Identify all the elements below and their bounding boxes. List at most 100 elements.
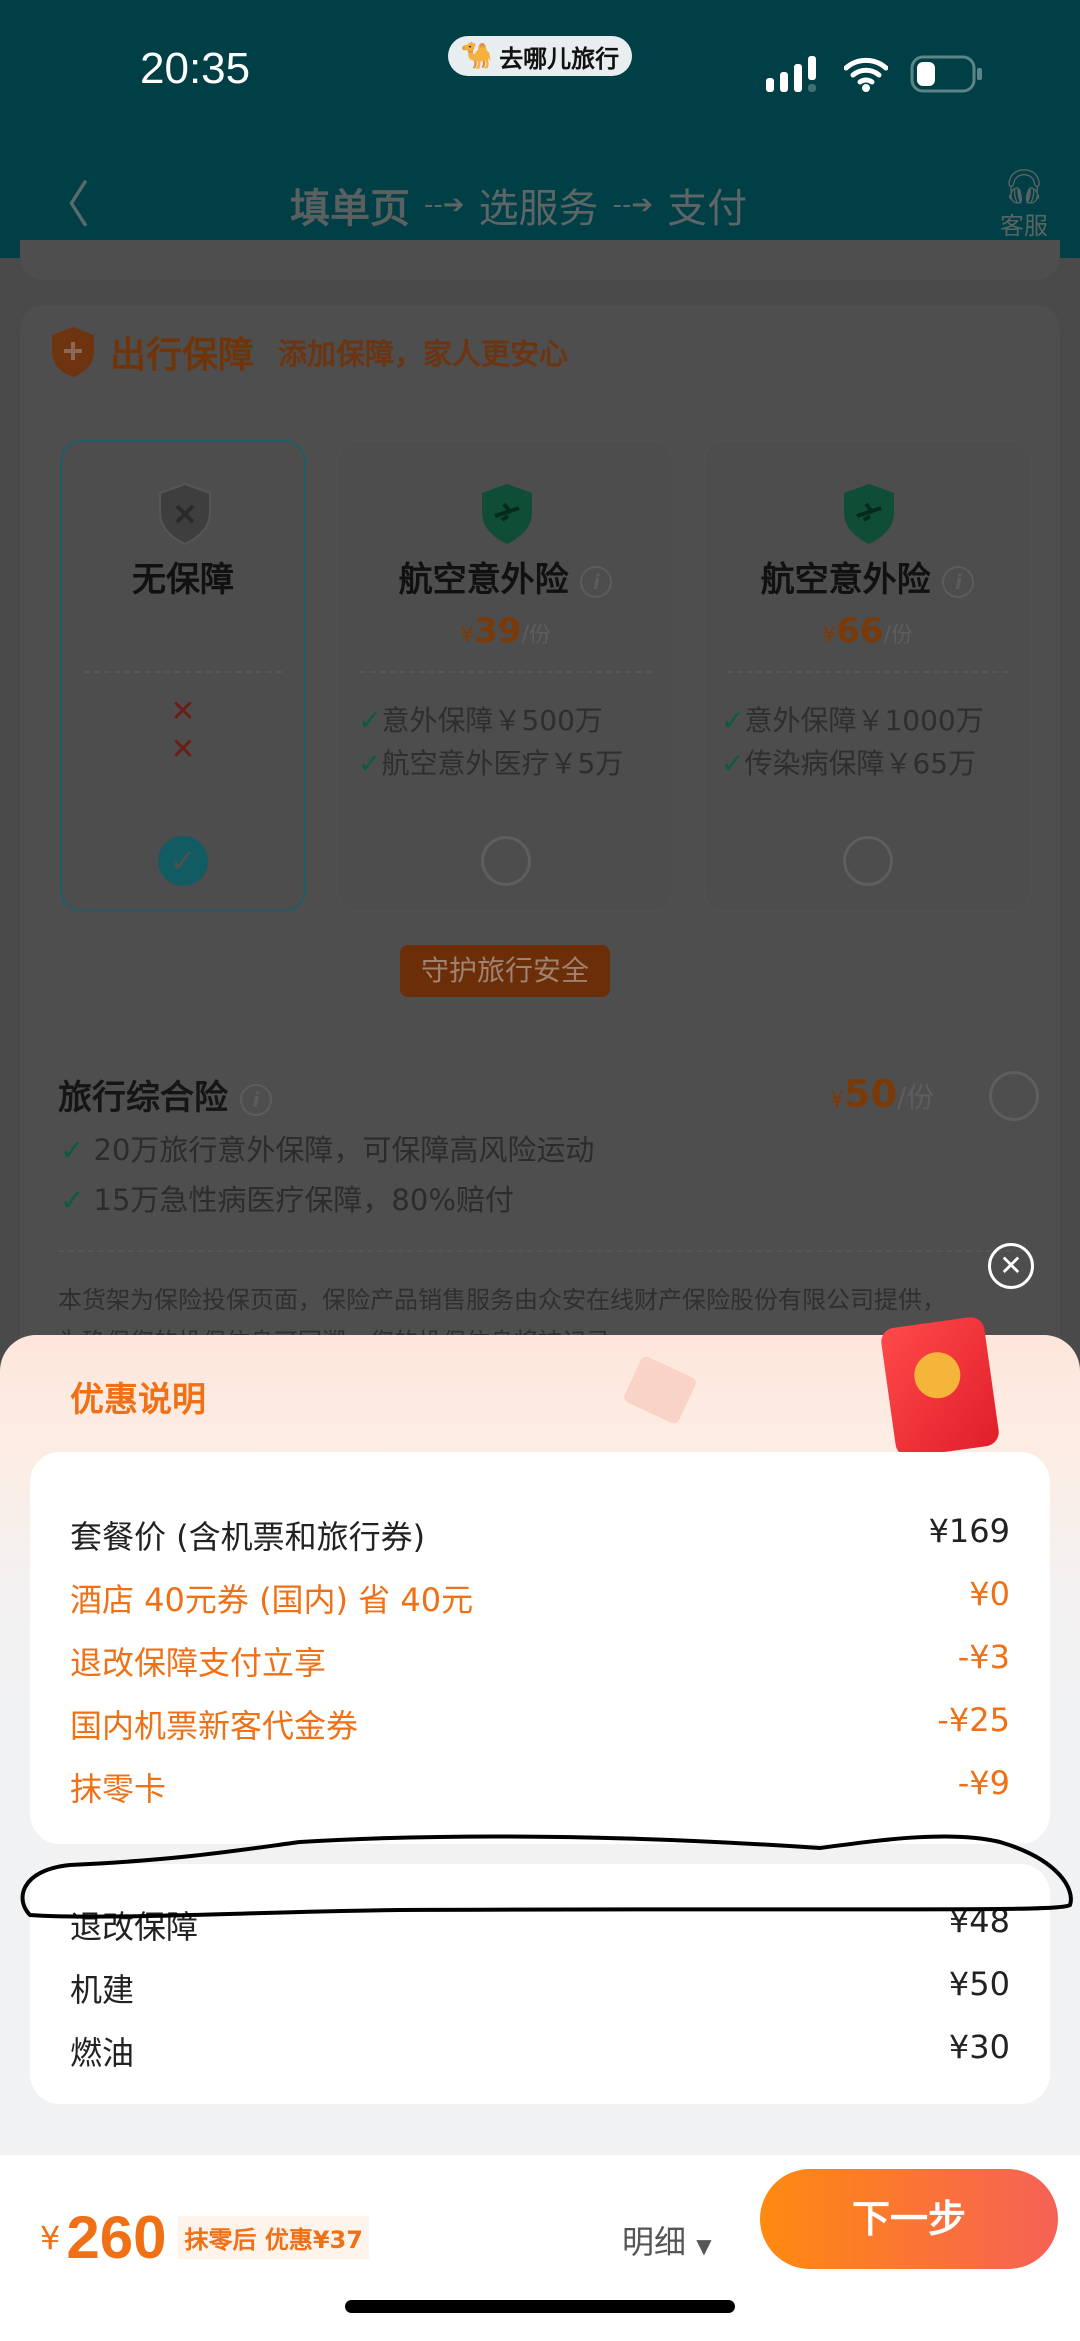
arrow-icon: --➔	[424, 190, 465, 220]
discount-value: -¥9	[957, 1764, 1010, 1802]
info-icon[interactable]: i	[580, 565, 613, 598]
hand-drawn-circle	[20, 1834, 1073, 1919]
price-unit: /份	[883, 623, 913, 648]
check-icon: ✓	[169, 842, 197, 880]
app-badge[interactable]: 🐪 去哪儿旅行	[448, 36, 632, 76]
discount-row: 抹零卡 -¥9	[70, 1764, 1010, 1810]
check-icon: ✓	[358, 747, 382, 780]
option-price: 39	[474, 611, 522, 651]
shield-plane-icon	[844, 484, 894, 544]
bottom-bar: ¥ 260 抹零后 优惠¥37 明细 ▼ 下一步	[0, 2155, 1080, 2341]
customer-service-button[interactable]: 🎧︎ 客服	[1000, 168, 1048, 241]
radio-selected[interactable]: ✓	[158, 836, 208, 886]
check-icon: ✓	[721, 704, 745, 737]
shield-plane-icon	[482, 484, 532, 544]
x-icon: ✕	[170, 732, 196, 767]
check-icon: ✓	[358, 704, 382, 737]
signal-icon	[766, 56, 816, 92]
discount-label: 国内机票新客代金券	[70, 1707, 359, 1745]
caret-down-icon: ▼	[696, 2234, 712, 2258]
discount-note: 抹零后 优惠¥37	[178, 2216, 369, 2259]
currency: ¥	[460, 623, 475, 648]
option-air-accident-39[interactable]: 航空意外险 i ¥39/份 ✓意外保障￥500万 ✓航空意外医疗￥5万	[336, 440, 675, 912]
customer-service-label: 客服	[1000, 212, 1048, 240]
info-icon[interactable]: i	[942, 565, 975, 598]
discount-label: 退改保障支付立享	[70, 1644, 327, 1682]
wifi-icon	[844, 57, 888, 92]
arrow-icon: --➔	[612, 190, 654, 220]
check-icon: ✓	[60, 1133, 85, 1167]
radio-unselected[interactable]	[842, 836, 893, 886]
option-title: 航空意外险	[760, 560, 931, 600]
step-select-service: 选服务	[478, 186, 599, 232]
option-price: 66	[836, 611, 884, 651]
discount-value: ¥169	[928, 1512, 1010, 1550]
feature: 20万旅行意外保障，可保障高风险运动	[93, 1133, 595, 1167]
status-icons	[766, 54, 984, 94]
discount-value: ¥0	[969, 1575, 1010, 1613]
step-fill-order: 填单页	[290, 186, 410, 232]
detail-toggle[interactable]: 明细 ▼	[622, 2217, 712, 2263]
fee-value: ¥50	[948, 1965, 1010, 2003]
fee-label: 燃油	[70, 2034, 135, 2072]
app-badge-label: 去哪儿旅行	[499, 44, 620, 73]
shield-plus-icon	[52, 327, 94, 377]
feature: 意外保障￥1000万	[744, 704, 984, 737]
previous-card	[20, 240, 1060, 280]
option-title: 航空意外险	[398, 560, 569, 600]
step-pay: 支付	[667, 186, 748, 232]
total-value: 260	[66, 2204, 167, 2271]
option-no-insurance[interactable]: 无保障 ✕ ✕ ✓	[60, 440, 306, 912]
home-indicator	[345, 2300, 735, 2313]
divider	[360, 671, 651, 673]
fee-row: 机建 ¥50	[70, 1965, 1010, 2011]
discount-row: 退改保障支付立享 -¥3	[70, 1638, 1010, 1684]
travel-price-value: 50	[844, 1072, 897, 1116]
shield-x-icon	[159, 482, 211, 546]
fee-row: 燃油 ¥30	[70, 2028, 1010, 2074]
insurance-subtitle: 添加保障，家人更安心	[278, 337, 569, 371]
option-title: 无保障	[132, 560, 234, 600]
price-unit: /份	[521, 623, 551, 648]
back-button[interactable]: 〈	[40, 180, 90, 230]
check-icon: ✓	[721, 747, 745, 780]
chevron-left-icon: 〈	[40, 176, 90, 234]
sheet-title: 优惠说明	[70, 1380, 206, 1420]
discount-value: -¥25	[937, 1701, 1010, 1739]
discount-list: 套餐价 (含机票和旅行券) ¥169 酒店 40元券 (国内) 省 40元 ¥0 退改保…	[30, 1452, 1050, 1844]
currency: ¥	[830, 1088, 844, 1113]
protect-tag: 守护旅行安全	[400, 945, 610, 997]
step-breadcrumb: 填单页 --➔ 选服务 --➔ 支付	[290, 176, 747, 234]
travel-radio[interactable]	[989, 1071, 1039, 1121]
discount-label: 套餐价 (含机票和旅行券)	[70, 1518, 426, 1556]
fee-value: ¥30	[948, 2028, 1010, 2066]
option-air-accident-66[interactable]: 航空意外险 i ¥66/份 ✓意外保障￥1000万 ✓传染病保障￥65万	[703, 440, 1032, 912]
total-price: ¥ 260 抹零后 优惠¥37	[40, 2203, 369, 2272]
camel-icon: 🐪	[460, 41, 494, 71]
fee-label: 机建	[70, 1971, 135, 2009]
radio-unselected[interactable]	[480, 836, 531, 886]
info-icon[interactable]: i	[239, 1083, 272, 1116]
insurance-header: 出行保障 添加保障，家人更安心	[50, 325, 568, 379]
divider	[727, 671, 1008, 673]
discount-label: 酒店 40元券 (国内) 省 40元	[70, 1581, 474, 1619]
insurance-title: 出行保障	[110, 335, 255, 376]
travel-insurance-title: 旅行综合险 i	[58, 1070, 272, 1119]
headset-icon: 🎧︎	[1002, 167, 1046, 207]
divider	[84, 671, 282, 673]
red-envelope-decoration	[879, 1315, 1001, 1459]
price-unit: /份	[896, 1081, 935, 1114]
currency: ¥	[822, 623, 837, 648]
close-icon: ✕	[999, 1249, 1023, 1282]
discount-row: 酒店 40元券 (国内) 省 40元 ¥0	[70, 1575, 1010, 1621]
detail-label: 明细	[622, 2223, 687, 2261]
check-icon: ✓	[60, 1183, 85, 1217]
feature: 15万急性病医疗保障，80%赔付	[93, 1183, 514, 1217]
next-step-button[interactable]: 下一步	[760, 2169, 1058, 2269]
x-icon: ✕	[170, 694, 196, 729]
close-sheet-button[interactable]: ✕	[988, 1243, 1034, 1289]
discount-row: 套餐价 (含机票和旅行券) ¥169	[70, 1512, 1010, 1558]
battery-icon	[910, 55, 982, 93]
divider	[58, 1250, 1022, 1252]
discount-value: -¥3	[957, 1638, 1010, 1676]
